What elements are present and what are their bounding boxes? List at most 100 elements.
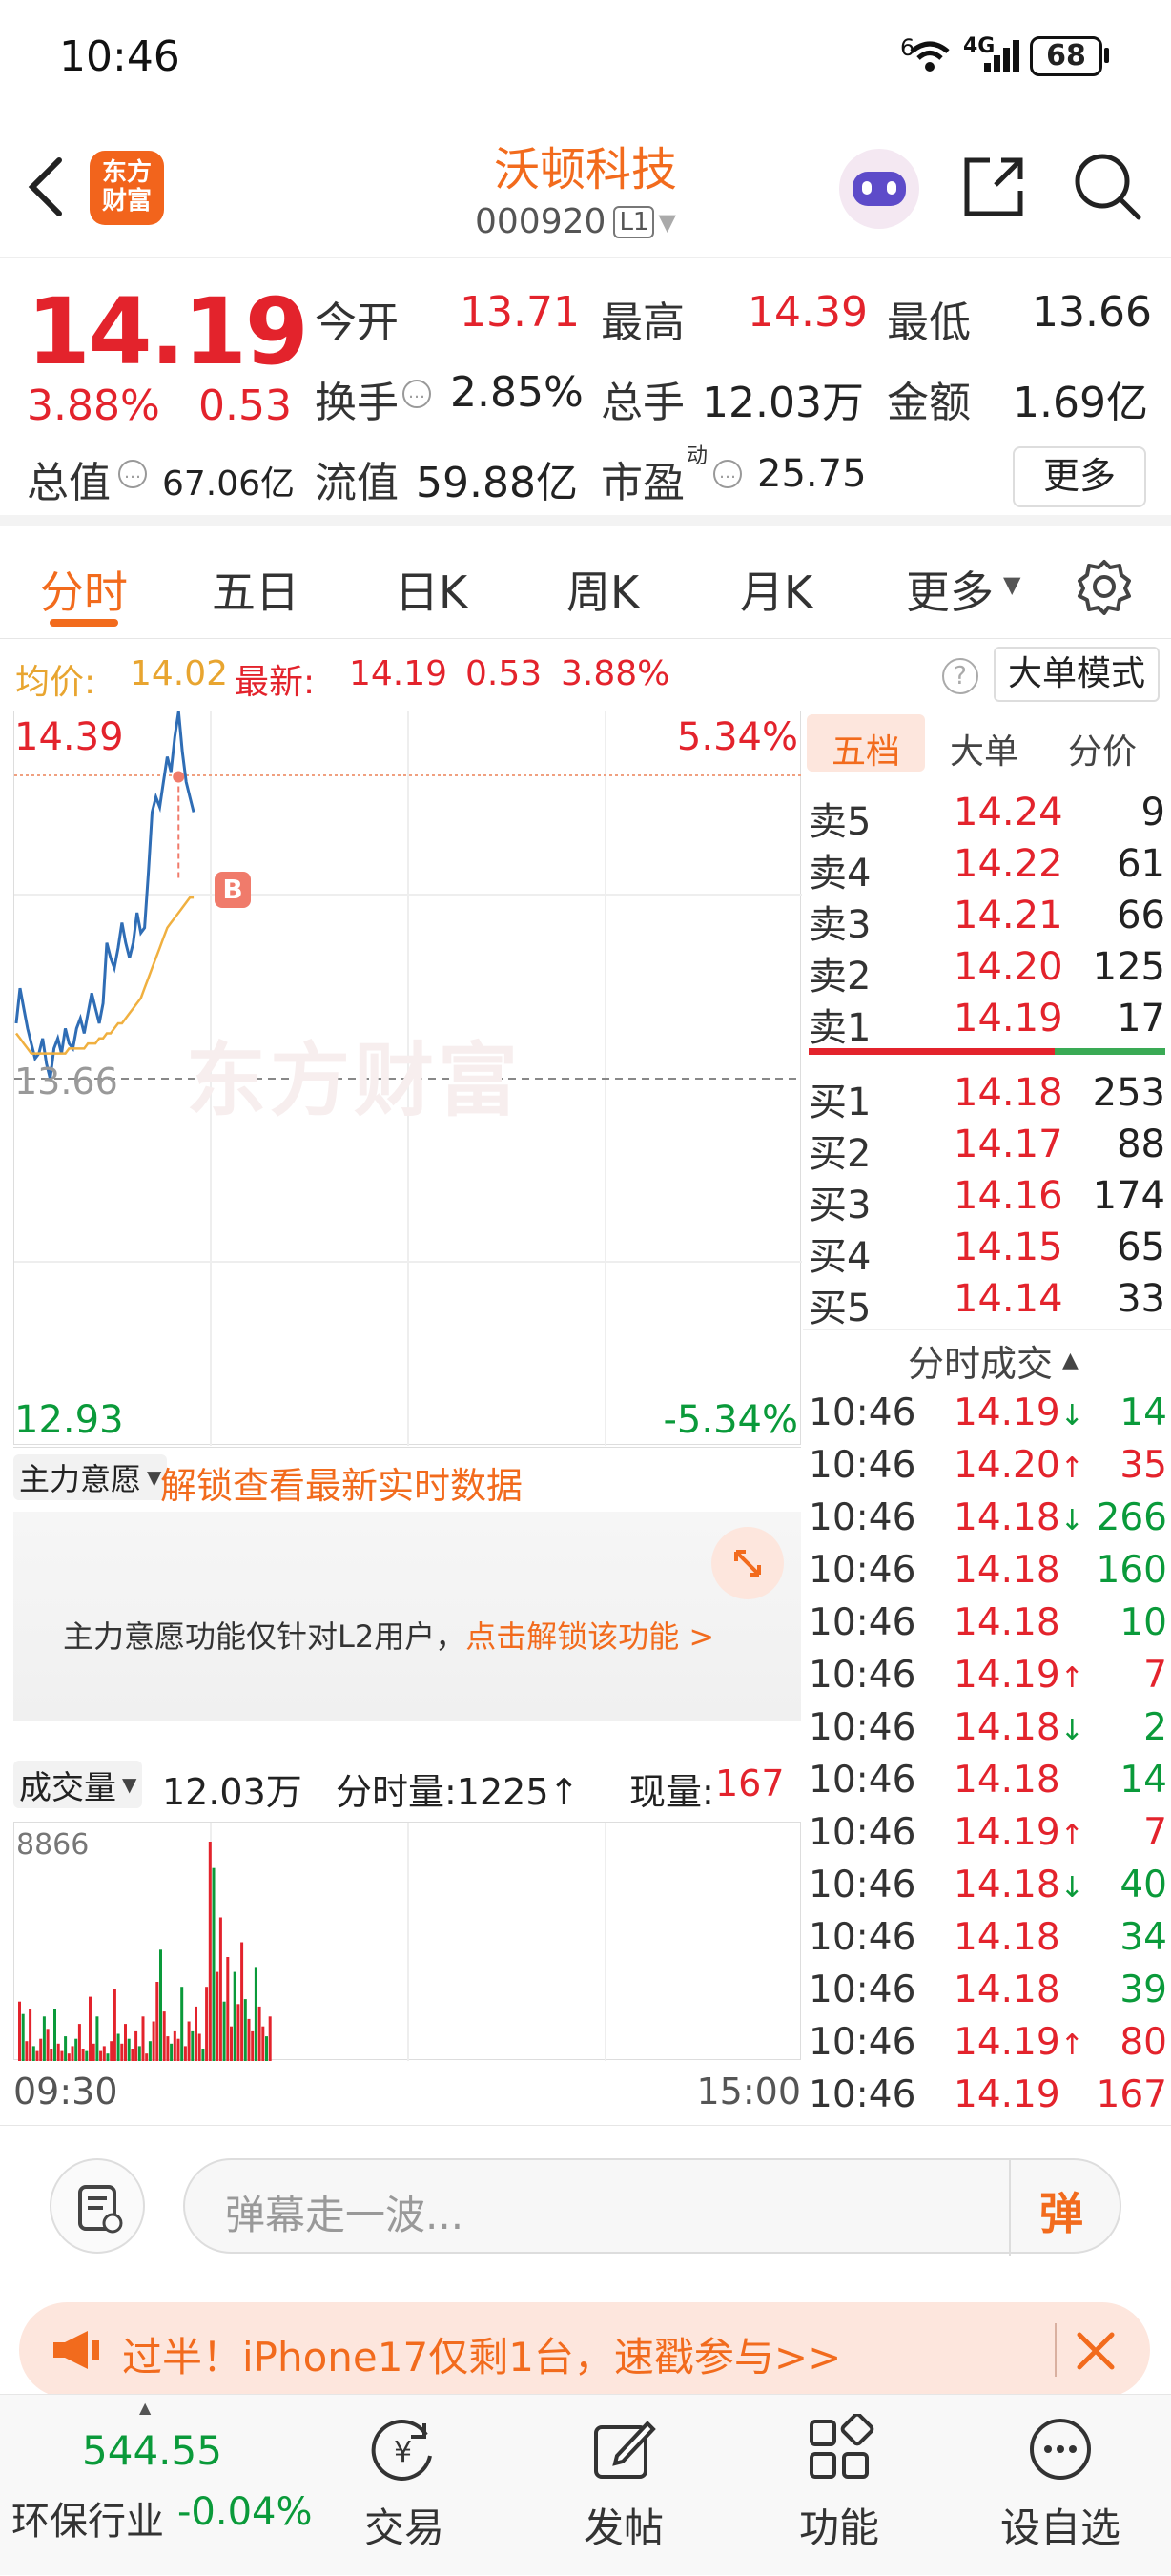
order-quantity: 17 <box>1117 997 1165 1041</box>
volume-bar <box>64 2036 68 2061</box>
tick-quantity: 40 <box>1120 1864 1167 1906</box>
tick-time: 10:46 <box>809 1654 916 1697</box>
stock-code-row[interactable]: 000920 L1 ▼ <box>475 202 676 241</box>
volume-max-label: 8866 <box>16 1828 90 1862</box>
order-sell-row[interactable]: 卖1 14.19 17 <box>803 993 1165 1050</box>
nav-functions[interactable]: 功能 <box>763 2412 915 2554</box>
tick-row: 10:46 14.18 14 <box>803 1755 1169 1807</box>
tab-intraday[interactable]: 分时 <box>40 558 128 621</box>
info-icon[interactable]: … <box>402 380 431 408</box>
industry-index[interactable]: ▲ 544.55 环保行业 -0.04% <box>0 2395 313 2576</box>
share-icon[interactable] <box>961 153 1028 219</box>
volume-bar <box>176 2038 180 2061</box>
order-buy-row[interactable]: 买4 14.15 65 <box>803 1222 1165 1279</box>
order-price: 14.22 <box>954 842 1063 886</box>
level-badge: L1 <box>613 205 655 238</box>
main-intent-selector[interactable]: 主力意愿 ▼ <box>13 1454 168 1500</box>
robot-assistant-icon[interactable] <box>839 149 919 229</box>
high-label: 最高 <box>601 299 685 347</box>
chart-tabs: 分时 五日 日K 周K 月K 更多 ▼ <box>0 529 1171 639</box>
nav-post[interactable]: 发帖 <box>547 2414 700 2554</box>
volume-selector-label: 成交量 <box>19 1768 116 1807</box>
tick-quantity: 14 <box>1120 1759 1167 1802</box>
order-sell-row[interactable]: 卖5 14.24 9 <box>803 787 1165 844</box>
order-quantity: 9 <box>1140 791 1165 835</box>
nav-add-watchlist[interactable]: 设自选 <box>984 2414 1137 2554</box>
danmu-settings-icon[interactable] <box>50 2158 145 2254</box>
danmu-input[interactable]: 弹幕走一波... 弹 <box>183 2158 1121 2256</box>
volume-label: 总手 <box>601 379 685 427</box>
big-order-mode-button[interactable]: 大单模式 <box>994 647 1160 702</box>
volume-bar <box>60 2050 64 2061</box>
info-icon[interactable]: … <box>118 460 147 488</box>
intraday-chart[interactable]: 东方财富 14.39 5.34% 13.66 12.93 -5.34% B <box>13 711 802 1446</box>
tick-quantity: 167 <box>1096 2073 1167 2116</box>
close-icon[interactable] <box>1074 2329 1118 2373</box>
volume-bar <box>131 2049 134 2061</box>
chevron-down-icon: ▼ <box>1003 571 1021 598</box>
pe-value: 25.75 <box>757 452 867 496</box>
tick-quantity: 35 <box>1120 1444 1167 1487</box>
tick-time: 10:46 <box>809 1444 916 1487</box>
chevron-down-icon: ▼ <box>122 1773 137 1796</box>
time-axis-end: 15:00 <box>696 2071 801 2112</box>
chart-top-price: 14.39 <box>14 715 124 759</box>
chat-dots-icon <box>1030 2419 1091 2480</box>
tick-row: 10:46 14.18 10 <box>803 1597 1169 1650</box>
battery-tip <box>1104 48 1109 63</box>
order-tab-five-levels[interactable]: 五档 <box>832 724 900 773</box>
volume-bar <box>216 1971 219 2061</box>
tab-weekly-k[interactable]: 周K <box>566 558 639 621</box>
order-book: 五档 大单 分价 卖5 14.24 9 卖4 14.22 61 卖3 14.21 66 卖2 14.… <box>803 711 1171 2122</box>
order-sell-row[interactable]: 卖3 14.21 66 <box>803 890 1165 947</box>
order-buy-row[interactable]: 买3 14.16 174 <box>803 1170 1165 1227</box>
volume-bar <box>71 2046 74 2061</box>
tick-quantity: 80 <box>1120 2021 1167 2064</box>
volume-bar <box>226 1957 230 2061</box>
tab-daily-k[interactable]: 日K <box>395 558 467 621</box>
tick-price: 14.18 <box>954 1968 1060 2011</box>
volume-chart[interactable]: 8866 <box>13 1822 801 2061</box>
more-button[interactable]: 更多 <box>1013 446 1146 507</box>
svg-text:¥: ¥ <box>394 2436 412 2469</box>
current-volume-value: 167 <box>715 1762 785 1804</box>
tab-more[interactable]: 更多 <box>906 558 994 621</box>
volume-bar <box>29 2009 32 2061</box>
tab-five-day[interactable]: 五日 <box>212 558 299 621</box>
l2-unlock-link[interactable]: 点击解锁该功能 > <box>465 1613 714 1657</box>
promo-banner[interactable]: 过半！iPhone17仅剩1台，速戳参与>> <box>19 2302 1150 2398</box>
tab-monthly-k[interactable]: 月K <box>740 558 812 621</box>
order-sell-row[interactable]: 卖4 14.22 61 <box>803 838 1165 896</box>
order-buy-row[interactable]: 买5 14.14 33 <box>803 1273 1165 1330</box>
volume-bar <box>261 2026 265 2061</box>
volume-bar <box>197 2033 201 2061</box>
tick-quantity: 266 <box>1096 1496 1167 1539</box>
search-icon[interactable] <box>1072 151 1142 221</box>
nav-trade[interactable]: ¥ 交易 <box>328 2414 481 2554</box>
order-price: 14.19 <box>954 997 1063 1041</box>
unlock-realtime-link[interactable]: 解锁查看最新实时数据 <box>160 1456 523 1509</box>
volume-bar <box>243 1999 247 2061</box>
trade-icon: ¥ <box>371 2420 432 2481</box>
volume-bar <box>42 2016 46 2061</box>
volume-bar <box>148 2041 152 2061</box>
tick-time: 10:46 <box>809 1706 916 1749</box>
expand-icon[interactable] <box>711 1527 784 1599</box>
volume-bar <box>268 2016 272 2061</box>
danmu-send-icon[interactable]: 弹 <box>1039 2179 1083 2242</box>
order-sell-row[interactable]: 卖2 14.20 125 <box>803 941 1165 999</box>
order-tab-price-distribution[interactable]: 分价 <box>1068 724 1137 773</box>
volume-bar <box>124 2024 127 2061</box>
order-buy-row[interactable]: 买2 14.17 88 <box>803 1119 1165 1176</box>
order-price: 14.21 <box>954 894 1063 938</box>
help-icon[interactable]: ? <box>942 658 978 694</box>
ticks-header[interactable]: 分时成交 ▲ <box>908 1334 1079 1387</box>
arrow-up-icon: ↑ <box>1059 1452 1084 1485</box>
gear-icon[interactable] <box>1076 558 1133 615</box>
order-buy-row[interactable]: 买1 14.18 253 <box>803 1067 1165 1124</box>
info-icon[interactable]: … <box>713 460 742 488</box>
arrow-up-icon: ↑ <box>1059 1819 1084 1852</box>
volume-selector[interactable]: 成交量 ▼ <box>13 1761 143 1808</box>
order-tab-big-orders[interactable]: 大单 <box>950 724 1018 773</box>
buy-marker-badge[interactable]: B <box>215 872 251 908</box>
